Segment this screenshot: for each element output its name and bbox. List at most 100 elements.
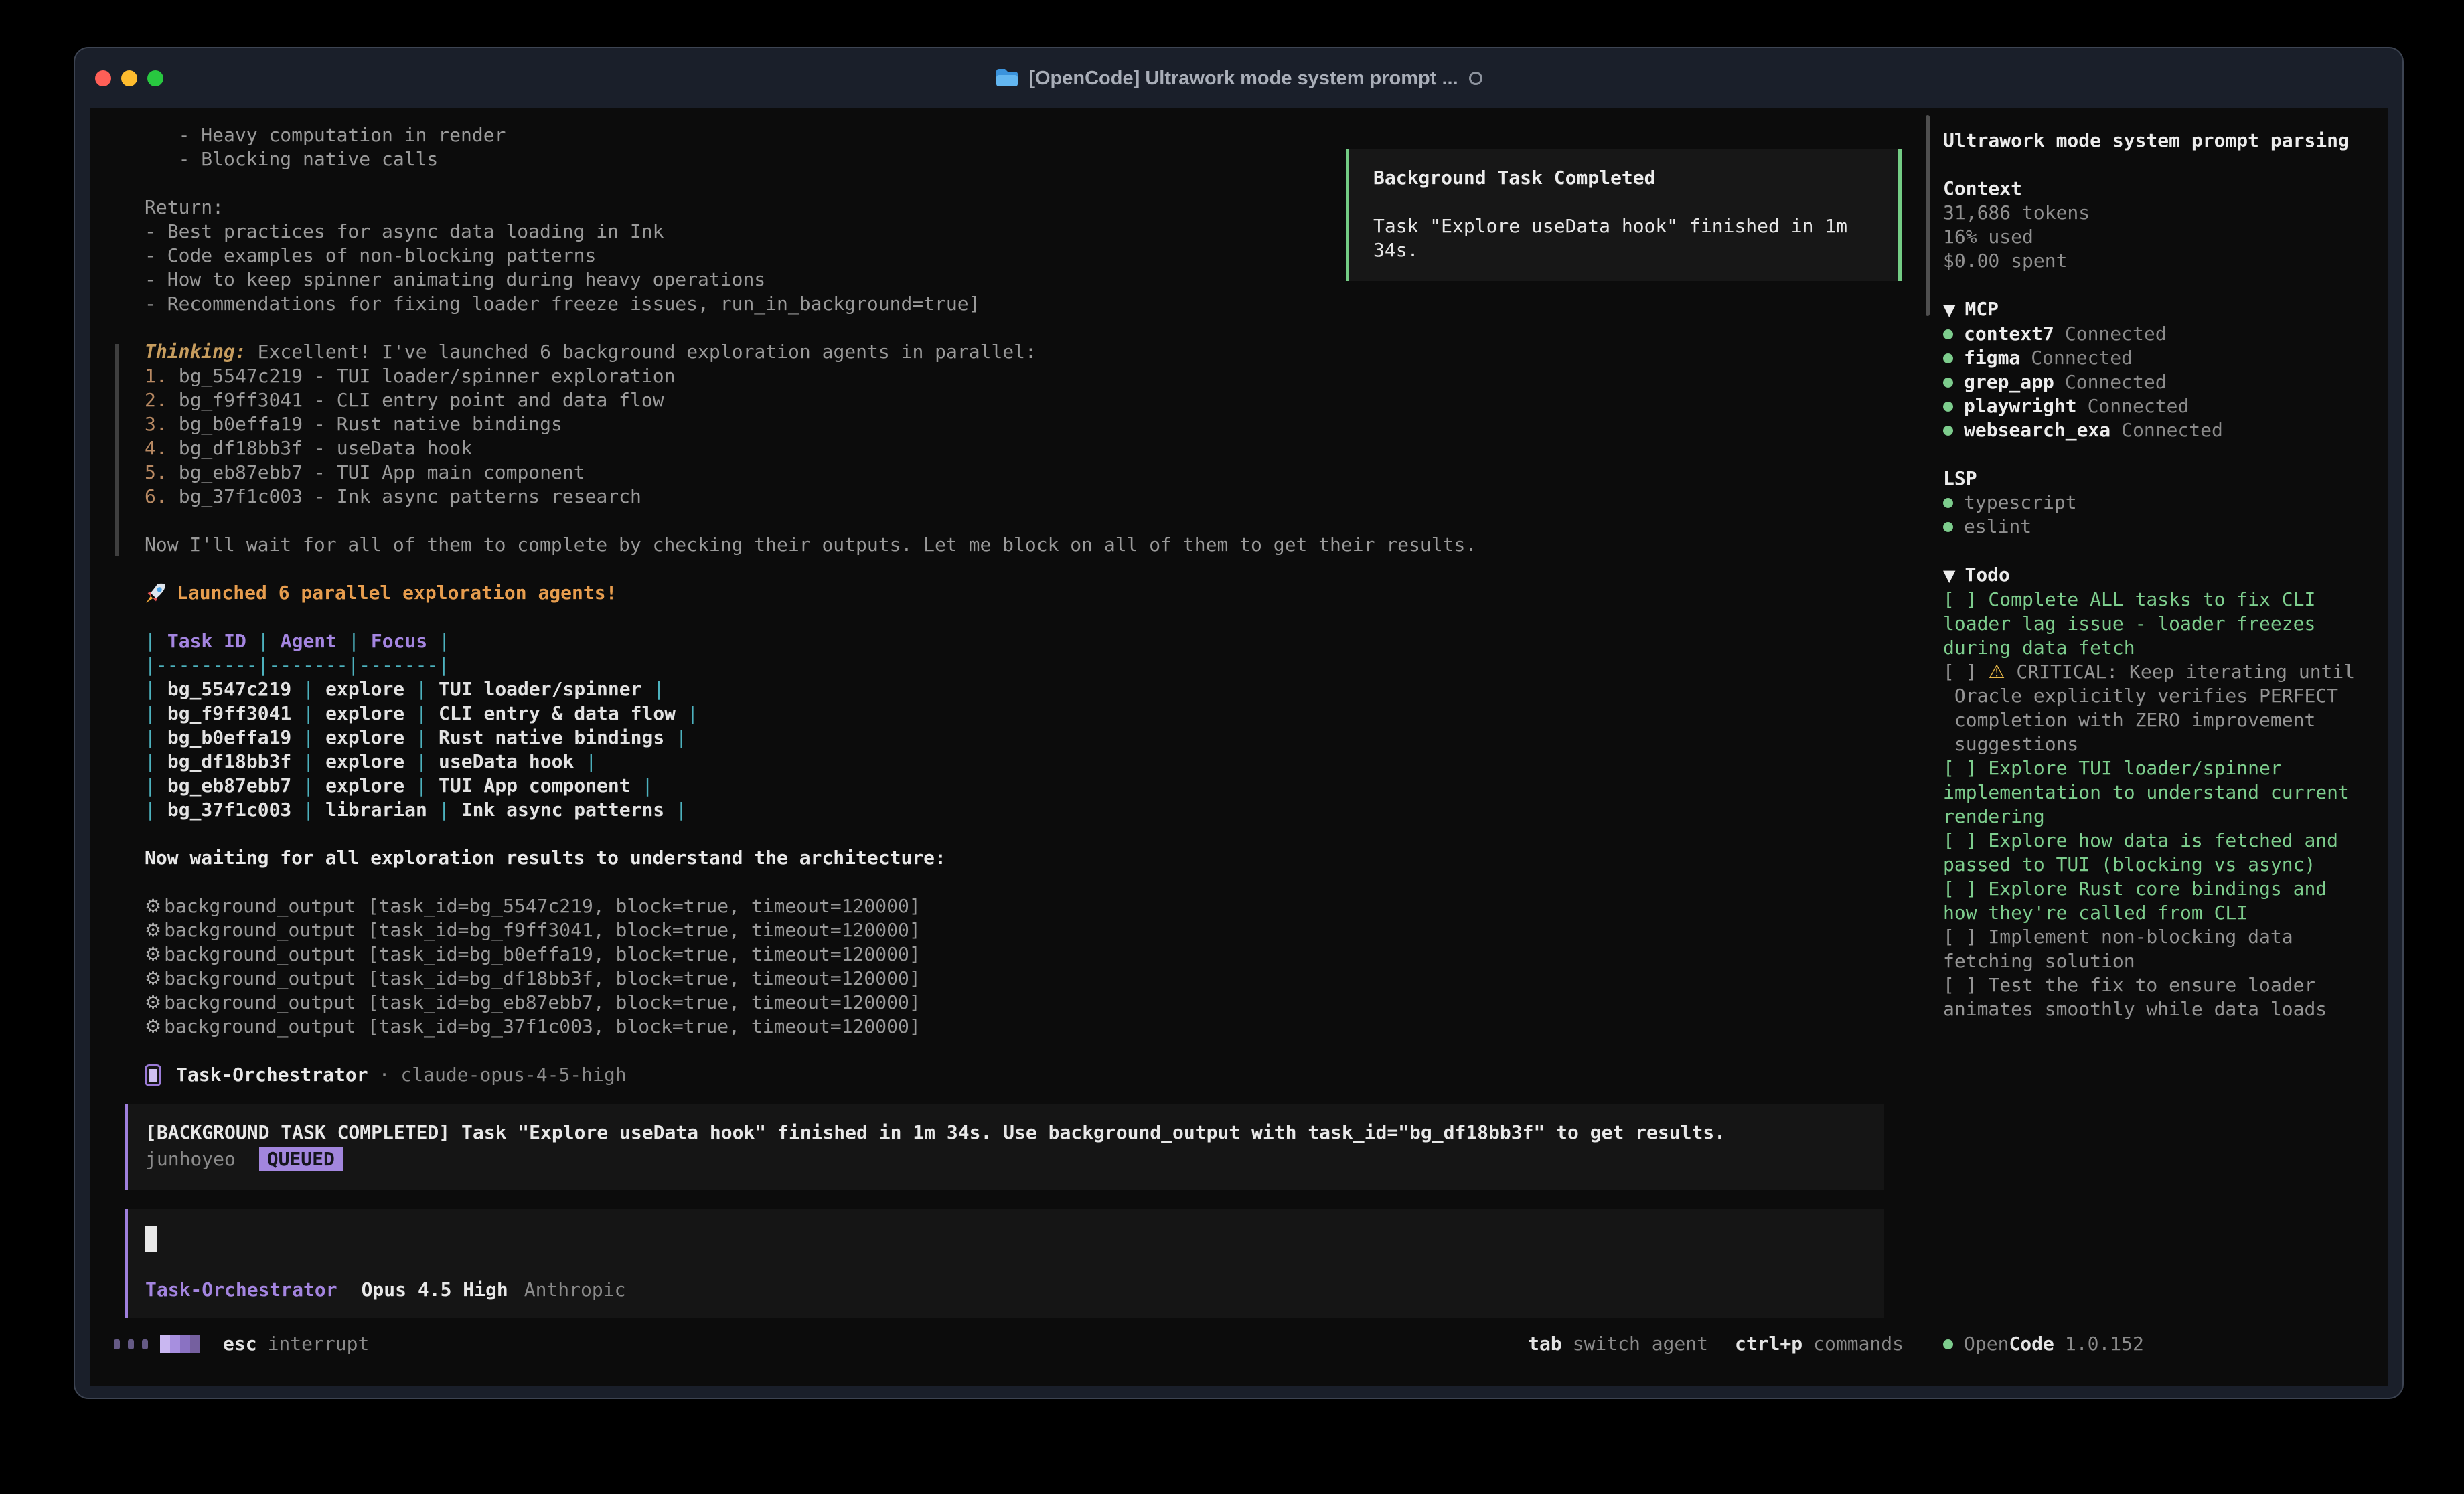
- gear-icon: ⚙: [145, 895, 161, 917]
- input-model: Opus 4.5 High: [362, 1278, 508, 1302]
- focus-cell: CLI entry & data flow: [439, 702, 676, 724]
- task-id-cell: bg_b0effa19: [167, 726, 291, 748]
- tab-key-hint: tab: [1528, 1332, 1562, 1356]
- pipe: |: [416, 750, 427, 772]
- title-bar[interactable]: [OpenCode] Ultrawork mode system prompt …: [75, 48, 2402, 108]
- item-text: bg_eb87ebb7 - TUI App main component: [179, 461, 585, 483]
- close-window-button[interactable]: [95, 70, 111, 86]
- lsp-heading: LSP: [1943, 467, 2378, 491]
- thinking-intro-line: Thinking:Excellent! I've launched 6 back…: [145, 340, 1926, 364]
- item-number: 4.: [145, 437, 167, 459]
- agent-cell: explore: [325, 678, 404, 700]
- window-title: [OpenCode] Ultrawork mode system prompt …: [1028, 68, 1458, 90]
- task-id-cell: bg_df18bb3f: [167, 750, 291, 772]
- pipe: |: [676, 799, 687, 821]
- todo-item: [ ] Implement non-blocking data fetching…: [1943, 925, 2378, 973]
- spinner-dot-icon: [142, 1339, 148, 1349]
- pipe: |: [145, 774, 156, 797]
- agent-cell: explore: [325, 750, 404, 772]
- pipe: |: [303, 726, 314, 748]
- todo-text: CRITICAL: Keep iterating until Oracle ex…: [1943, 661, 2355, 755]
- mcp-item: grep_appConnected: [1943, 370, 2378, 394]
- thinking-block: Thinking:Excellent! I've launched 6 back…: [145, 340, 1926, 557]
- todo-checkbox: [ ]: [1943, 661, 1988, 683]
- thinking-label: Thinking:: [145, 341, 246, 363]
- context-tokens: 31,686 tokens: [1943, 201, 2378, 225]
- agent-cell: explore: [325, 702, 404, 724]
- column-header: Task ID: [167, 630, 246, 652]
- status-dot-icon: [1943, 329, 1953, 339]
- terminal-area: - Heavy computation in render - Blocking…: [90, 108, 2388, 1386]
- app-version: Open Code 1.0.152: [1943, 1331, 2144, 1357]
- chevron-down-icon: ▼: [1943, 301, 1955, 319]
- context-used: 16% used: [1943, 225, 2378, 249]
- prompt-input[interactable]: Task-Orchestrator Opus 4.5 High Anthropi…: [125, 1209, 1884, 1318]
- tool-call-row: ⚙background_output[task_id=bg_eb87ebb7, …: [145, 991, 1926, 1015]
- pipe: |: [145, 678, 156, 700]
- tool-call-row: ⚙background_output [task_id=bg_5547c219, …: [145, 894, 1926, 918]
- status-dot-icon: [1943, 522, 1953, 532]
- mcp-item: figmaConnected: [1943, 346, 2378, 370]
- task-id-cell: bg_37f1c003: [167, 799, 291, 821]
- context-heading: Context: [1943, 177, 2378, 201]
- mcp-status: Connected: [2088, 394, 2189, 418]
- pipe: |: [416, 678, 427, 700]
- pipe: |: [303, 750, 314, 772]
- tool-name: background_output: [164, 991, 356, 1013]
- table-row: |bg_eb87ebb7|explore|TUI App component|: [145, 774, 1926, 798]
- zoom-window-button[interactable]: [147, 70, 163, 86]
- todo-heading-row[interactable]: ▼Todo: [1943, 563, 2378, 588]
- context-spent: $0.00 spent: [1943, 249, 2378, 273]
- lsp-name: eslint: [1964, 515, 2031, 539]
- tool-call-row: ⚙background_output[task_id=bg_f9ff3041, …: [145, 918, 1926, 942]
- focus-cell: Rust native bindings: [439, 726, 664, 748]
- agent-model: claude-opus-4-5-high: [400, 1063, 626, 1087]
- tool-call-row: ⚙background_output[task_id=bg_b0effa19, …: [145, 942, 1926, 967]
- record-circle-icon: [1469, 72, 1482, 85]
- pipe: |: [303, 774, 314, 797]
- status-dot-icon: [1943, 378, 1953, 388]
- ctrlp-key-hint: ctrl+p: [1735, 1332, 1802, 1356]
- status-keybinds: tab switch agent ctrl+p commands: [1528, 1331, 1904, 1357]
- notification-title: Background Task Completed: [1373, 166, 1898, 190]
- mcp-name: grep_app: [1964, 370, 2054, 394]
- task-id-cell: bg_f9ff3041: [167, 702, 291, 724]
- waiting-line: Now waiting for all exploration results …: [145, 846, 1926, 870]
- thinking-item: 1.bg_5547c219 - TUI loader/spinner explo…: [145, 364, 1926, 388]
- table-row: | bg_b0effa19 | explore | Rust native binding…: [145, 726, 1926, 750]
- agents-table: |Task ID|Agent|Focus| |---------|-------…: [145, 629, 1926, 822]
- table-row: |bg_5547c219|explore|TUI loader/spinner|: [145, 677, 1926, 701]
- tool-args: [task_id=bg_5547c219, block=true, timeou…: [368, 895, 921, 917]
- status-dot-icon: [1943, 498, 1953, 508]
- status-working-indicator: esc interrupt: [114, 1331, 369, 1357]
- mcp-item: websearch_exaConnected: [1943, 418, 2378, 442]
- pipe: |: [145, 702, 156, 724]
- mcp-status: Connected: [2031, 346, 2133, 370]
- agent-header-row: Task-Orchestrator · claude-opus-4-5-high: [145, 1063, 1926, 1087]
- session-title: Ultrawork mode system prompt parsing: [1943, 129, 2378, 153]
- item-text: bg_b0effa19 - Rust native bindings: [179, 413, 562, 435]
- pipe: |: [439, 630, 450, 652]
- thinking-outro: Now I'll wait for all of them to complet…: [145, 533, 1926, 557]
- agent-cell: explore: [325, 726, 404, 748]
- launch-banner-row: Launched 6 parallel exploration agents!: [145, 581, 1926, 605]
- lsp-name: typescript: [1964, 491, 2077, 515]
- pipe: |: [687, 702, 698, 724]
- pipe: |: [416, 726, 427, 748]
- pipe: |: [676, 726, 687, 748]
- mcp-heading-row[interactable]: ▼MCP: [1943, 297, 2378, 322]
- minimize-window-button[interactable]: [121, 70, 137, 86]
- item-text: bg_df18bb3f - useData hook: [179, 437, 472, 459]
- focus-cell: Ink async patterns: [461, 799, 664, 821]
- scrollbar-thumb[interactable]: [1926, 115, 1930, 316]
- tool-call-list: ⚙background_output[task_id=bg_5547c219, …: [145, 894, 1926, 1039]
- pipe: |: [258, 630, 269, 652]
- pipe: |: [653, 678, 664, 700]
- background-task-notification: Background Task Completed Task "Explore …: [1346, 149, 1902, 281]
- tool-name: background_output: [164, 895, 356, 917]
- gear-icon: ⚙: [145, 919, 161, 941]
- mcp-section: ▼MCP context7Connected figmaConnected gr…: [1943, 297, 2378, 442]
- todo-heading: Todo: [1965, 564, 2009, 586]
- todo-item: [ ] Explore TUI loader/spinner implement…: [1943, 756, 2378, 829]
- tool-call-row: ⚙background_output[task_id=bg_df18bb3f, …: [145, 967, 1926, 991]
